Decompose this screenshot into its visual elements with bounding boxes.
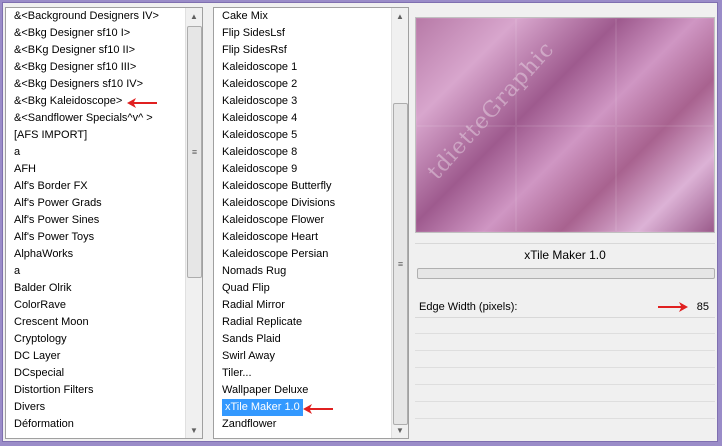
list-item[interactable]: Déformation: [12, 416, 186, 433]
annotation-arrow-icon: [127, 98, 157, 108]
list-item[interactable]: Kaleidoscope 9: [220, 161, 392, 178]
list-item[interactable]: Distortion Filters: [12, 382, 186, 399]
selected-filter[interactable]: xTile Maker 1.0: [222, 399, 303, 416]
list-item[interactable]: Kaleidoscope Heart: [220, 229, 392, 246]
list-item[interactable]: &<BKg Designer sf10 II>: [12, 42, 186, 59]
list-item[interactable]: &<Bkg Designers sf10 IV>: [12, 76, 186, 93]
progress-bar: [417, 268, 715, 279]
list-item[interactable]: [AFS IMPORT]: [12, 127, 186, 144]
divider: [415, 350, 715, 351]
list-item[interactable]: Crescent Moon: [12, 314, 186, 331]
list-item[interactable]: Alf's Power Toys: [12, 229, 186, 246]
list-item[interactable]: &<Bkg Designer sf10 I>: [12, 25, 186, 42]
list-item[interactable]: DCspecial: [12, 365, 186, 382]
list-item[interactable]: Radial Replicate: [220, 314, 392, 331]
scroll-thumb[interactable]: ≡: [393, 103, 408, 425]
list-item[interactable]: Radial Mirror: [220, 297, 392, 314]
divider: [415, 333, 715, 334]
list-item[interactable]: Kaleidoscope 8: [220, 144, 392, 161]
annotation-arrow-icon: [303, 404, 333, 414]
list-item[interactable]: Kaleidoscope Persian: [220, 246, 392, 263]
list-item[interactable]: Kaleidoscope Butterfly: [220, 178, 392, 195]
list-item[interactable]: &<Sandflower Specials^v^ >: [12, 110, 186, 127]
scroll-up-icon[interactable]: ▲: [392, 8, 408, 24]
preview-tile: [516, 126, 616, 232]
preview-tile: [616, 18, 714, 126]
list-item[interactable]: AFH: [12, 161, 186, 178]
filter-dialog: &<Background Designers IV> &<Bkg Designe…: [2, 2, 718, 442]
scroll-thumb[interactable]: ≡: [187, 26, 202, 278]
category-list[interactable]: &<Background Designers IV> &<Bkg Designe…: [5, 7, 203, 439]
list-item[interactable]: Kaleidoscope 5: [220, 127, 392, 144]
list-item[interactable]: Kaleidoscope 3: [220, 93, 392, 110]
edge-width-value: 85: [696, 301, 709, 313]
preview-tile: [616, 126, 714, 232]
category-scrollbar[interactable]: ▲ ≡ ▼: [185, 8, 202, 438]
list-item[interactable]: &<Background Designers IV>: [12, 8, 186, 25]
edge-width-label: Edge Width (pixels):: [419, 301, 518, 313]
list-item[interactable]: Alf's Border FX: [12, 178, 186, 195]
list-item[interactable]: Alf's Power Grads: [12, 195, 186, 212]
filter-title: xTile Maker 1.0: [415, 243, 715, 266]
list-item[interactable]: Balder Olrik: [12, 280, 186, 297]
list-item[interactable]: Cake Mix: [220, 8, 392, 25]
list-item[interactable]: a: [12, 263, 186, 280]
scroll-up-icon[interactable]: ▲: [186, 8, 202, 24]
list-item[interactable]: Divers: [12, 399, 186, 416]
list-item[interactable]: Flip SidesRsf: [220, 42, 392, 59]
list-item[interactable]: Zandflower: [220, 416, 392, 433]
list-item[interactable]: Kaleidoscope Divisions: [220, 195, 392, 212]
list-item[interactable]: Kaleidoscope 4: [220, 110, 392, 127]
category-items: &<Background Designers IV> &<Bkg Designe…: [12, 8, 186, 433]
list-item[interactable]: DC Layer: [12, 348, 186, 365]
list-item[interactable]: Flip SidesLsf: [220, 25, 392, 42]
filter-items: Cake Mix Flip SidesLsf Flip SidesRsf Kal…: [220, 8, 392, 433]
list-item[interactable]: AlphaWorks: [12, 246, 186, 263]
list-item[interactable]: Sands Plaid: [220, 331, 392, 348]
list-item[interactable]: Nomads Rug: [220, 263, 392, 280]
list-item[interactable]: &<Bkg Kaleidoscope>: [12, 93, 186, 110]
scroll-down-icon[interactable]: ▼: [392, 422, 408, 438]
list-item[interactable]: Kaleidoscope 1: [220, 59, 392, 76]
list-item[interactable]: a: [12, 144, 186, 161]
list-item[interactable]: Alf's Power Sines: [12, 212, 186, 229]
list-item[interactable]: Kaleidoscope Flower: [220, 212, 392, 229]
divider: [415, 384, 715, 385]
divider: [415, 401, 715, 402]
divider: [415, 367, 715, 368]
list-item[interactable]: Wallpaper Deluxe: [220, 382, 392, 399]
divider: [415, 418, 715, 419]
list-item[interactable]: ColorRave: [12, 297, 186, 314]
list-item[interactable]: Kaleidoscope 2: [220, 76, 392, 93]
annotation-arrow-icon: [658, 302, 688, 312]
list-item[interactable]: &<Bkg Designer sf10 III>: [12, 59, 186, 76]
filter-scrollbar[interactable]: ▲ ≡ ▼: [391, 8, 408, 438]
list-item[interactable]: Swirl Away: [220, 348, 392, 365]
list-item[interactable]: Cryptology: [12, 331, 186, 348]
scroll-down-icon[interactable]: ▼: [186, 422, 202, 438]
list-item[interactable]: Quad Flip: [220, 280, 392, 297]
filter-list[interactable]: Cake Mix Flip SidesLsf Flip SidesRsf Kal…: [213, 7, 409, 439]
list-item[interactable]: Tiler...: [220, 365, 392, 382]
